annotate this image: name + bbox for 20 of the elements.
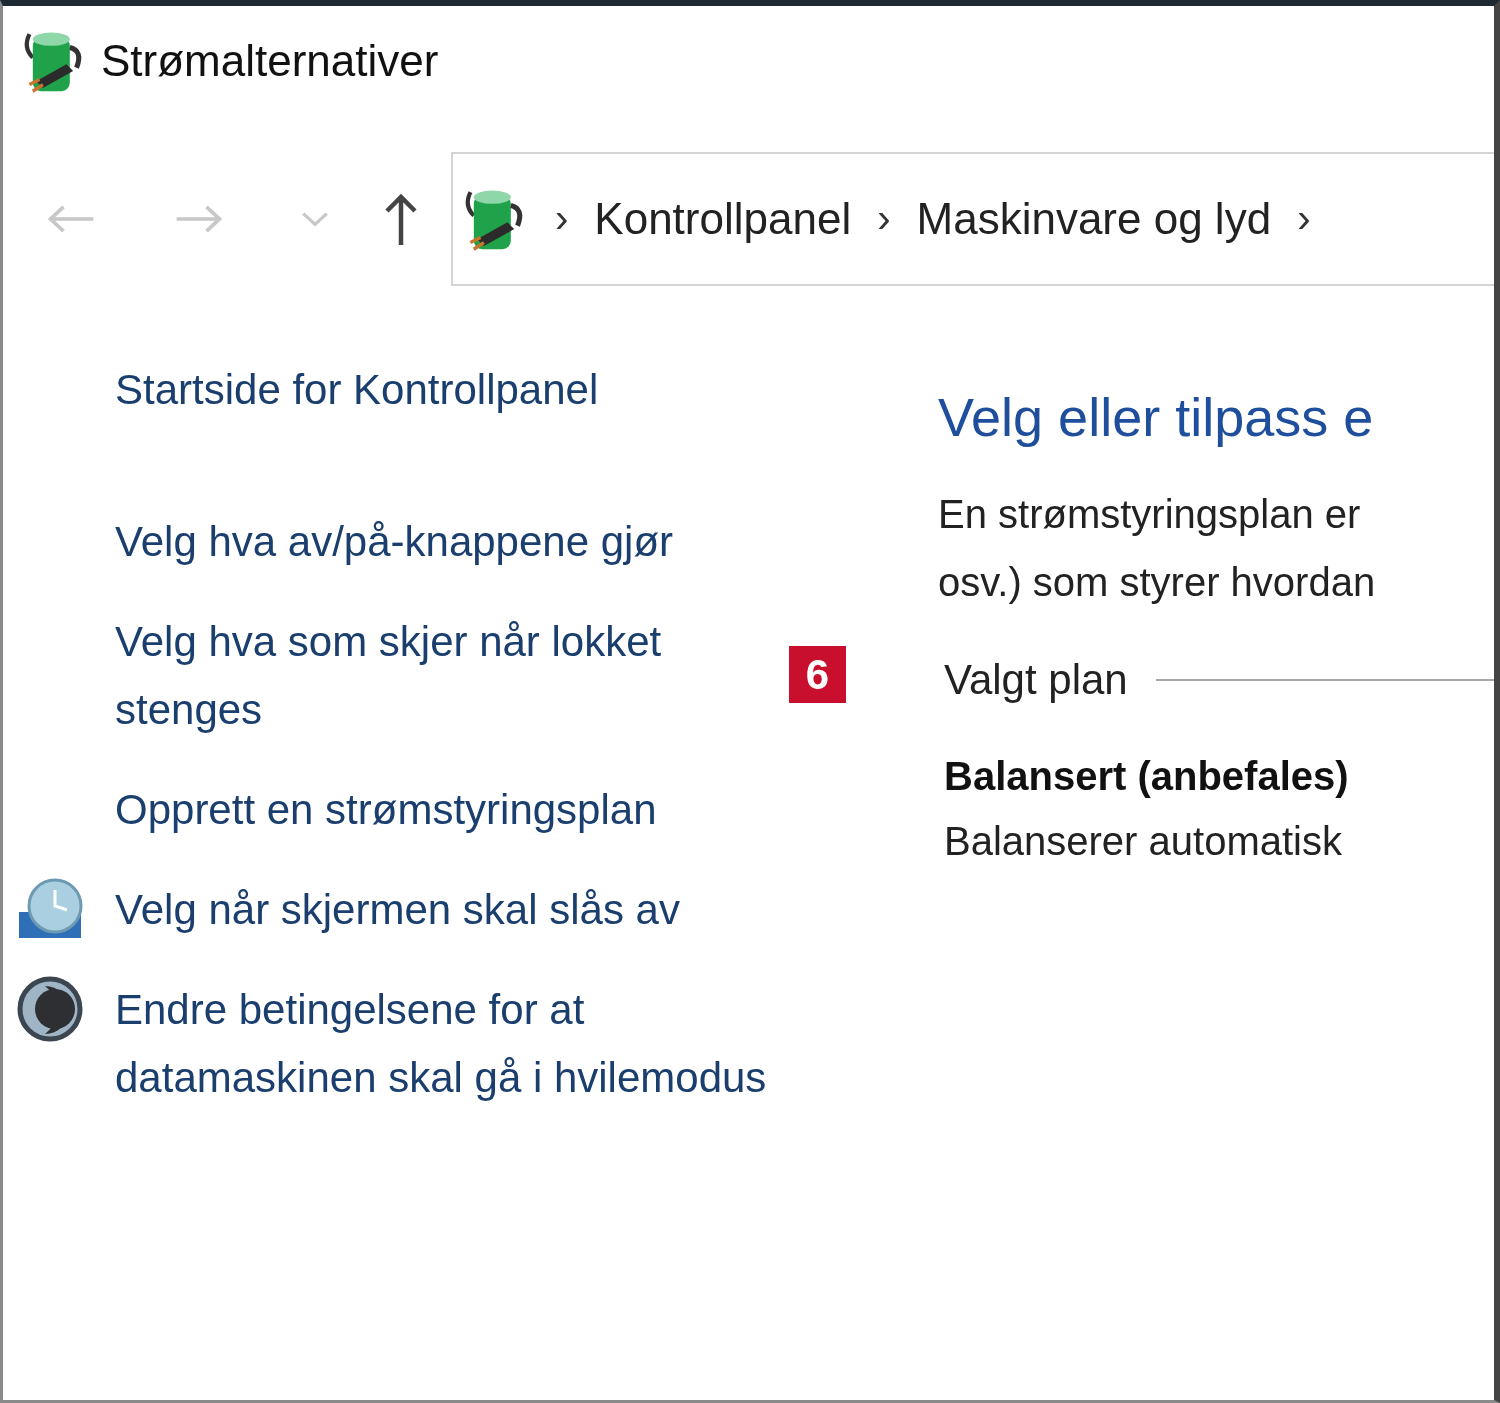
section-label: Valgt plan	[944, 656, 1128, 704]
sidebar-link[interactable]: Velg hva som skjer når lokket stenges	[115, 608, 785, 744]
plan-name: Balansert (anbefales)	[943, 754, 1350, 799]
sidebar-link[interactable]: Startside for Kontrollpanel	[115, 356, 785, 424]
breadcrumb-separator[interactable]: ›	[877, 196, 891, 241]
plan-description: Balanserer automatisk	[943, 819, 1343, 864]
sidebar-link[interactable]: Endre betingelsene for at datamaskinen skal gå i hvilemodus	[115, 976, 785, 1112]
step-badge: 6	[789, 646, 846, 703]
sidebar-link[interactable]: Opprett en strømstyringsplan	[115, 776, 785, 844]
breadcrumb-separator[interactable]: ›	[1297, 196, 1311, 241]
breadcrumb-separator[interactable]: ›	[555, 196, 569, 241]
page-heading: Velg eller tilpass e	[938, 386, 1375, 448]
sidebar-link[interactable]: Velg hva av/på-knappene gjør	[115, 508, 785, 576]
description-text: En strømstyringsplan er osv.) som styrer hvordan	[938, 491, 1377, 606]
breadcrumb[interactable]: Kontrollpanel	[594, 193, 852, 244]
window-title: Strømalternativer	[101, 36, 439, 86]
moon-icon	[17, 976, 83, 1042]
sidebar-link[interactable]: Velg når skjermen skal slås av	[115, 876, 785, 944]
breadcrumb[interactable]: Maskinvare og lyd	[916, 193, 1272, 244]
address-bar[interactable]: › Kontrollpanel › Maskinvare og lyd ›	[451, 151, 1494, 286]
